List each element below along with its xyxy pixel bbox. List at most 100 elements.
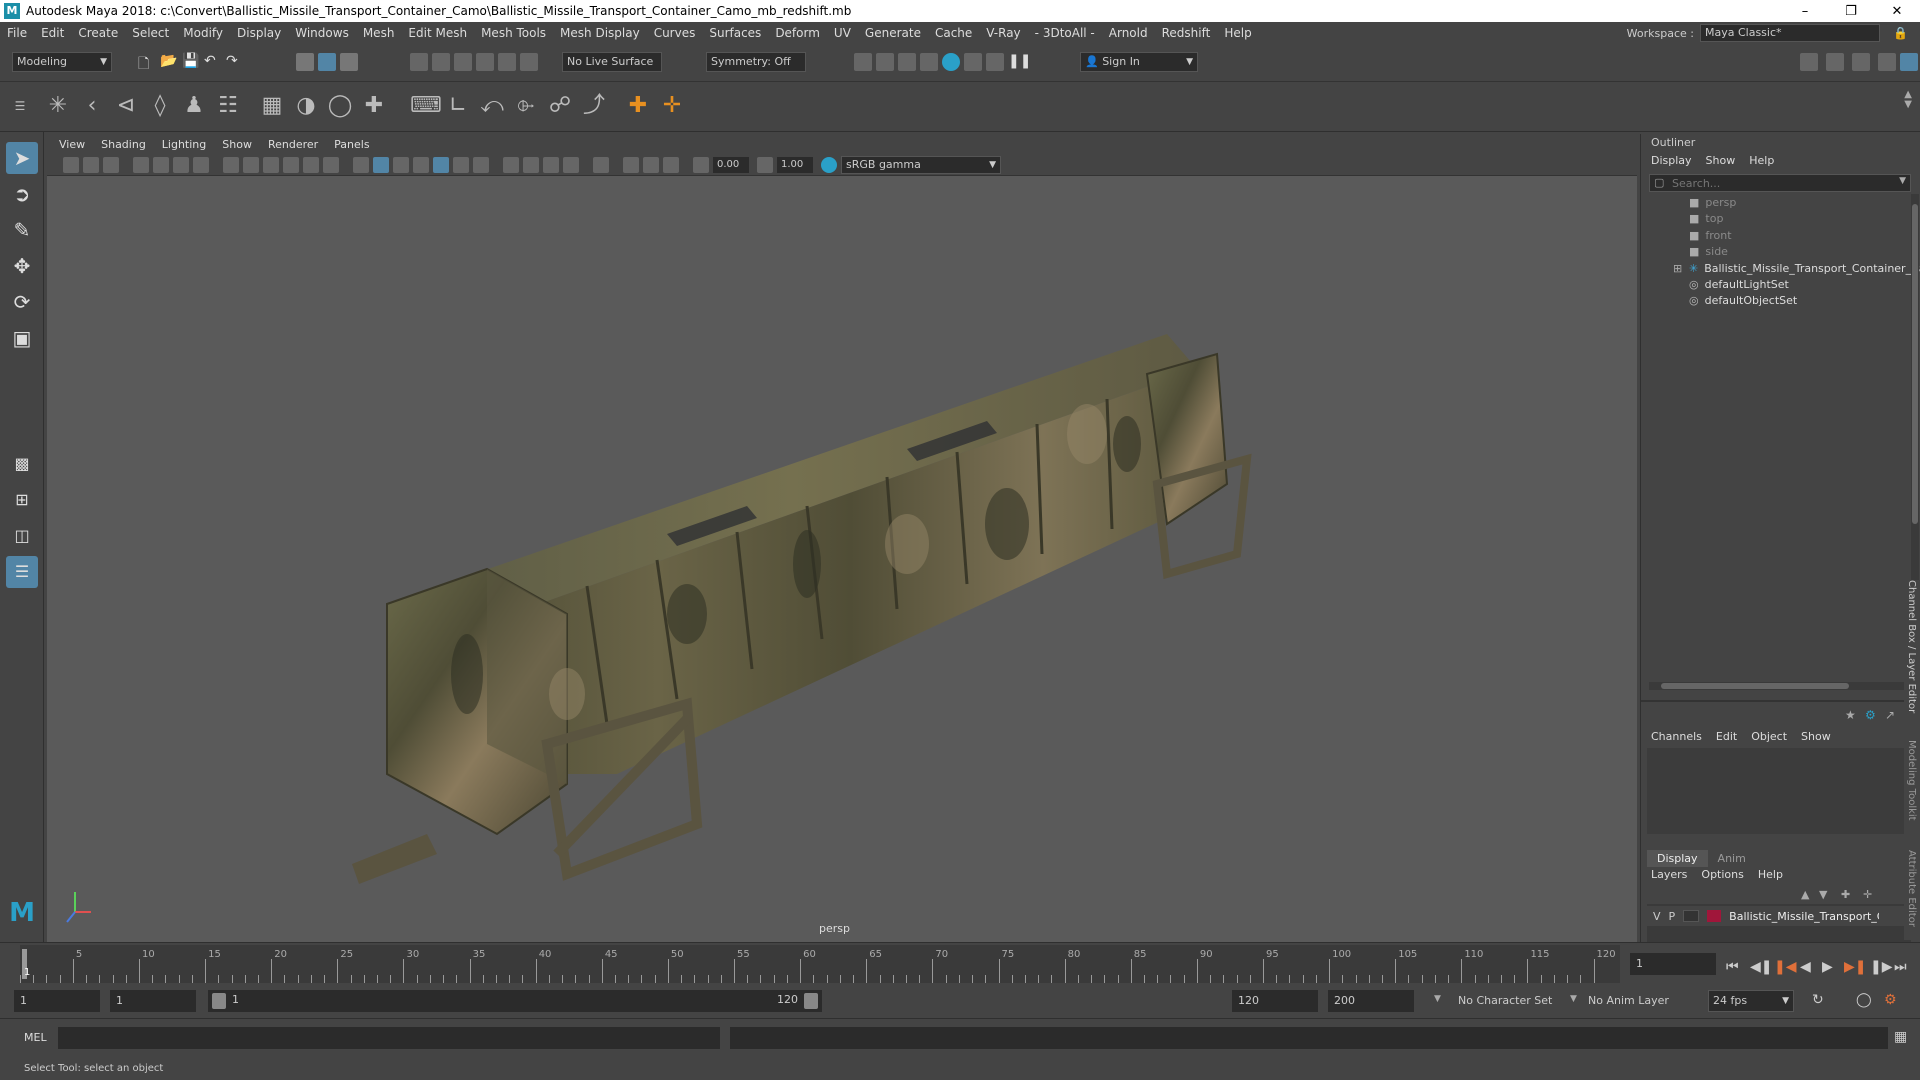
cluster-icon[interactable]: ∟: [444, 92, 472, 120]
lattice-icon[interactable]: ⌨: [410, 92, 442, 120]
select-object-icon[interactable]: [318, 53, 336, 71]
gamma-icon[interactable]: [757, 157, 773, 173]
joint-tool-icon[interactable]: ‹: [78, 92, 106, 120]
default-material-icon[interactable]: [393, 157, 409, 173]
play-backwards-icon[interactable]: ◀: [1800, 959, 1811, 975]
step-back-key-icon[interactable]: ❚◀: [1774, 959, 1797, 975]
render-view-icon[interactable]: [854, 53, 872, 71]
layer-tab-anim[interactable]: Anim: [1708, 850, 1756, 867]
menu-generate[interactable]: Generate: [858, 26, 928, 40]
layer-visibility-toggle[interactable]: V: [1653, 910, 1661, 923]
sign-in-dropdown[interactable]: 👤 Sign In ▼: [1080, 52, 1198, 72]
menu-mesh-display[interactable]: Mesh Display: [553, 26, 647, 40]
film-gate-icon[interactable]: [243, 157, 259, 173]
channel-box-menu-show[interactable]: Show: [1801, 730, 1831, 743]
auto-key-icon[interactable]: ◯: [1856, 992, 1872, 1008]
paint-select-tool-icon[interactable]: ✎: [6, 214, 38, 246]
xray-joints-icon[interactable]: [643, 157, 659, 173]
pause-icon[interactable]: ❚❚: [1008, 53, 1031, 71]
maximize-button[interactable]: ❐: [1828, 0, 1874, 22]
open-scene-icon[interactable]: 📂: [160, 53, 178, 71]
menu-edit-mesh[interactable]: Edit Mesh: [401, 26, 474, 40]
menu-surfaces[interactable]: Surfaces: [702, 26, 768, 40]
menu-edit[interactable]: Edit: [34, 26, 71, 40]
menu-file[interactable]: File: [0, 26, 34, 40]
attribute-editor-toggle-icon[interactable]: [1826, 53, 1844, 71]
time-slider-track[interactable]: 1 5 10 15 20 25 30 35 40 45 50 55 60 65 70 75 80 85 90 95 1…: [20, 945, 1620, 983]
fps-dropdown[interactable]: 24 fps ▼: [1708, 990, 1794, 1012]
soft-mod-icon[interactable]: ⤴: [580, 92, 608, 120]
use-all-lights-icon[interactable]: [453, 157, 469, 173]
2d-pan-zoom-icon[interactable]: [173, 157, 189, 173]
outliner-menu-show[interactable]: Show: [1706, 154, 1736, 167]
go-to-end-icon[interactable]: ⏭: [1894, 959, 1907, 975]
safe-action-icon[interactable]: [323, 157, 339, 173]
undo-icon[interactable]: ↶: [204, 53, 222, 71]
menu-redshift[interactable]: Redshift: [1155, 26, 1218, 40]
select-hierarchy-icon[interactable]: [296, 53, 314, 71]
xray-icon[interactable]: [623, 157, 639, 173]
outliner-item[interactable]: ◎ defaultObjectSet: [1689, 294, 1797, 307]
range-slider-end-handle[interactable]: [804, 993, 818, 1009]
locator-icon[interactable]: ✚: [624, 92, 652, 120]
viewport-menu-lighting[interactable]: Lighting: [154, 138, 214, 151]
motion-blur-icon[interactable]: [523, 157, 539, 173]
menu-v-ray[interactable]: V-Ray: [979, 26, 1027, 40]
scale-tool-icon[interactable]: ▣: [6, 322, 38, 354]
outliner-item[interactable]: ■ persp: [1689, 196, 1736, 209]
wireframe-icon[interactable]: [353, 157, 369, 173]
outliner-menu-help[interactable]: Help: [1749, 154, 1774, 167]
play-forwards-icon[interactable]: ▶: [1822, 959, 1833, 975]
menu-arnold[interactable]: Arnold: [1102, 26, 1155, 40]
grid-icon[interactable]: [223, 157, 239, 173]
channel-box-toggle-icon[interactable]: [1900, 53, 1918, 71]
gamma-field[interactable]: 1.00: [777, 157, 813, 173]
tool-settings-toggle-icon[interactable]: [1852, 53, 1870, 71]
menu-curves[interactable]: Curves: [647, 26, 703, 40]
menu-3dtoall[interactable]: - 3DtoAll -: [1028, 26, 1102, 40]
outliner-menu-display[interactable]: Display: [1651, 154, 1692, 167]
layer-name[interactable]: Ballistic_Missile_Transport_Cor: [1729, 910, 1879, 923]
new-scene-icon[interactable]: 🗋: [138, 53, 156, 72]
viewport-menu-show[interactable]: Show: [214, 138, 260, 151]
snap-point-icon[interactable]: [454, 53, 472, 71]
mesh-sphere-icon[interactable]: ◯: [326, 92, 354, 120]
anti-aliasing-icon[interactable]: [543, 157, 559, 173]
expand-icon[interactable]: ⊞: [1673, 262, 1682, 275]
layer-editor-menu-options[interactable]: Options: [1701, 868, 1743, 881]
step-back-frame-icon[interactable]: ◀❚: [1750, 959, 1773, 975]
bind-skin-icon[interactable]: ◊: [146, 92, 174, 120]
go-to-start-icon[interactable]: ⏮: [1726, 959, 1739, 975]
camera-attributes-icon[interactable]: [103, 157, 119, 173]
render-frame-icon[interactable]: [876, 53, 894, 71]
color-management-icon[interactable]: [821, 157, 837, 173]
quick-rig-icon[interactable]: ☷: [214, 92, 242, 120]
character-set-chevron-icon[interactable]: ▼: [1434, 994, 1441, 1004]
menu-select[interactable]: Select: [125, 26, 176, 40]
snap-pivot-icon[interactable]: [520, 53, 538, 71]
select-camera-icon[interactable]: [63, 157, 79, 173]
script-editor-icon[interactable]: ▦: [1894, 1029, 1907, 1045]
layer-editor-menu-help[interactable]: Help: [1758, 868, 1783, 881]
outliner-layout-icon[interactable]: ☰: [6, 556, 38, 588]
range-slider-start-handle[interactable]: [212, 993, 226, 1009]
panel-divider[interactable]: [1641, 700, 1911, 702]
chevron-down-icon[interactable]: ▼: [1899, 176, 1906, 186]
locator-pin-icon[interactable]: ✛: [658, 92, 686, 120]
menu-mesh[interactable]: Mesh: [356, 26, 402, 40]
hypershade-icon[interactable]: [942, 53, 960, 71]
live-surface-field[interactable]: No Live Surface: [562, 52, 662, 72]
symmetry-dropdown[interactable]: Symmetry: Off: [706, 52, 806, 72]
humanik-icon[interactable]: ♟: [180, 92, 208, 120]
menu-modify[interactable]: Modify: [176, 26, 230, 40]
modeling-toolkit-toggle-icon[interactable]: [1800, 53, 1818, 71]
missile-container-model[interactable]: [352, 334, 1252, 942]
depth-of-field-icon[interactable]: [563, 157, 579, 173]
wire-icon[interactable]: ⌱: [512, 92, 540, 120]
wireframe-on-shaded-icon[interactable]: [413, 157, 429, 173]
new-layer-icon[interactable]: ✚: [1841, 888, 1850, 901]
command-input[interactable]: [58, 1027, 720, 1049]
isolate-select-icon[interactable]: [593, 157, 609, 173]
paint-weights-icon[interactable]: ◑: [292, 92, 320, 120]
menu-windows[interactable]: Windows: [288, 26, 356, 40]
